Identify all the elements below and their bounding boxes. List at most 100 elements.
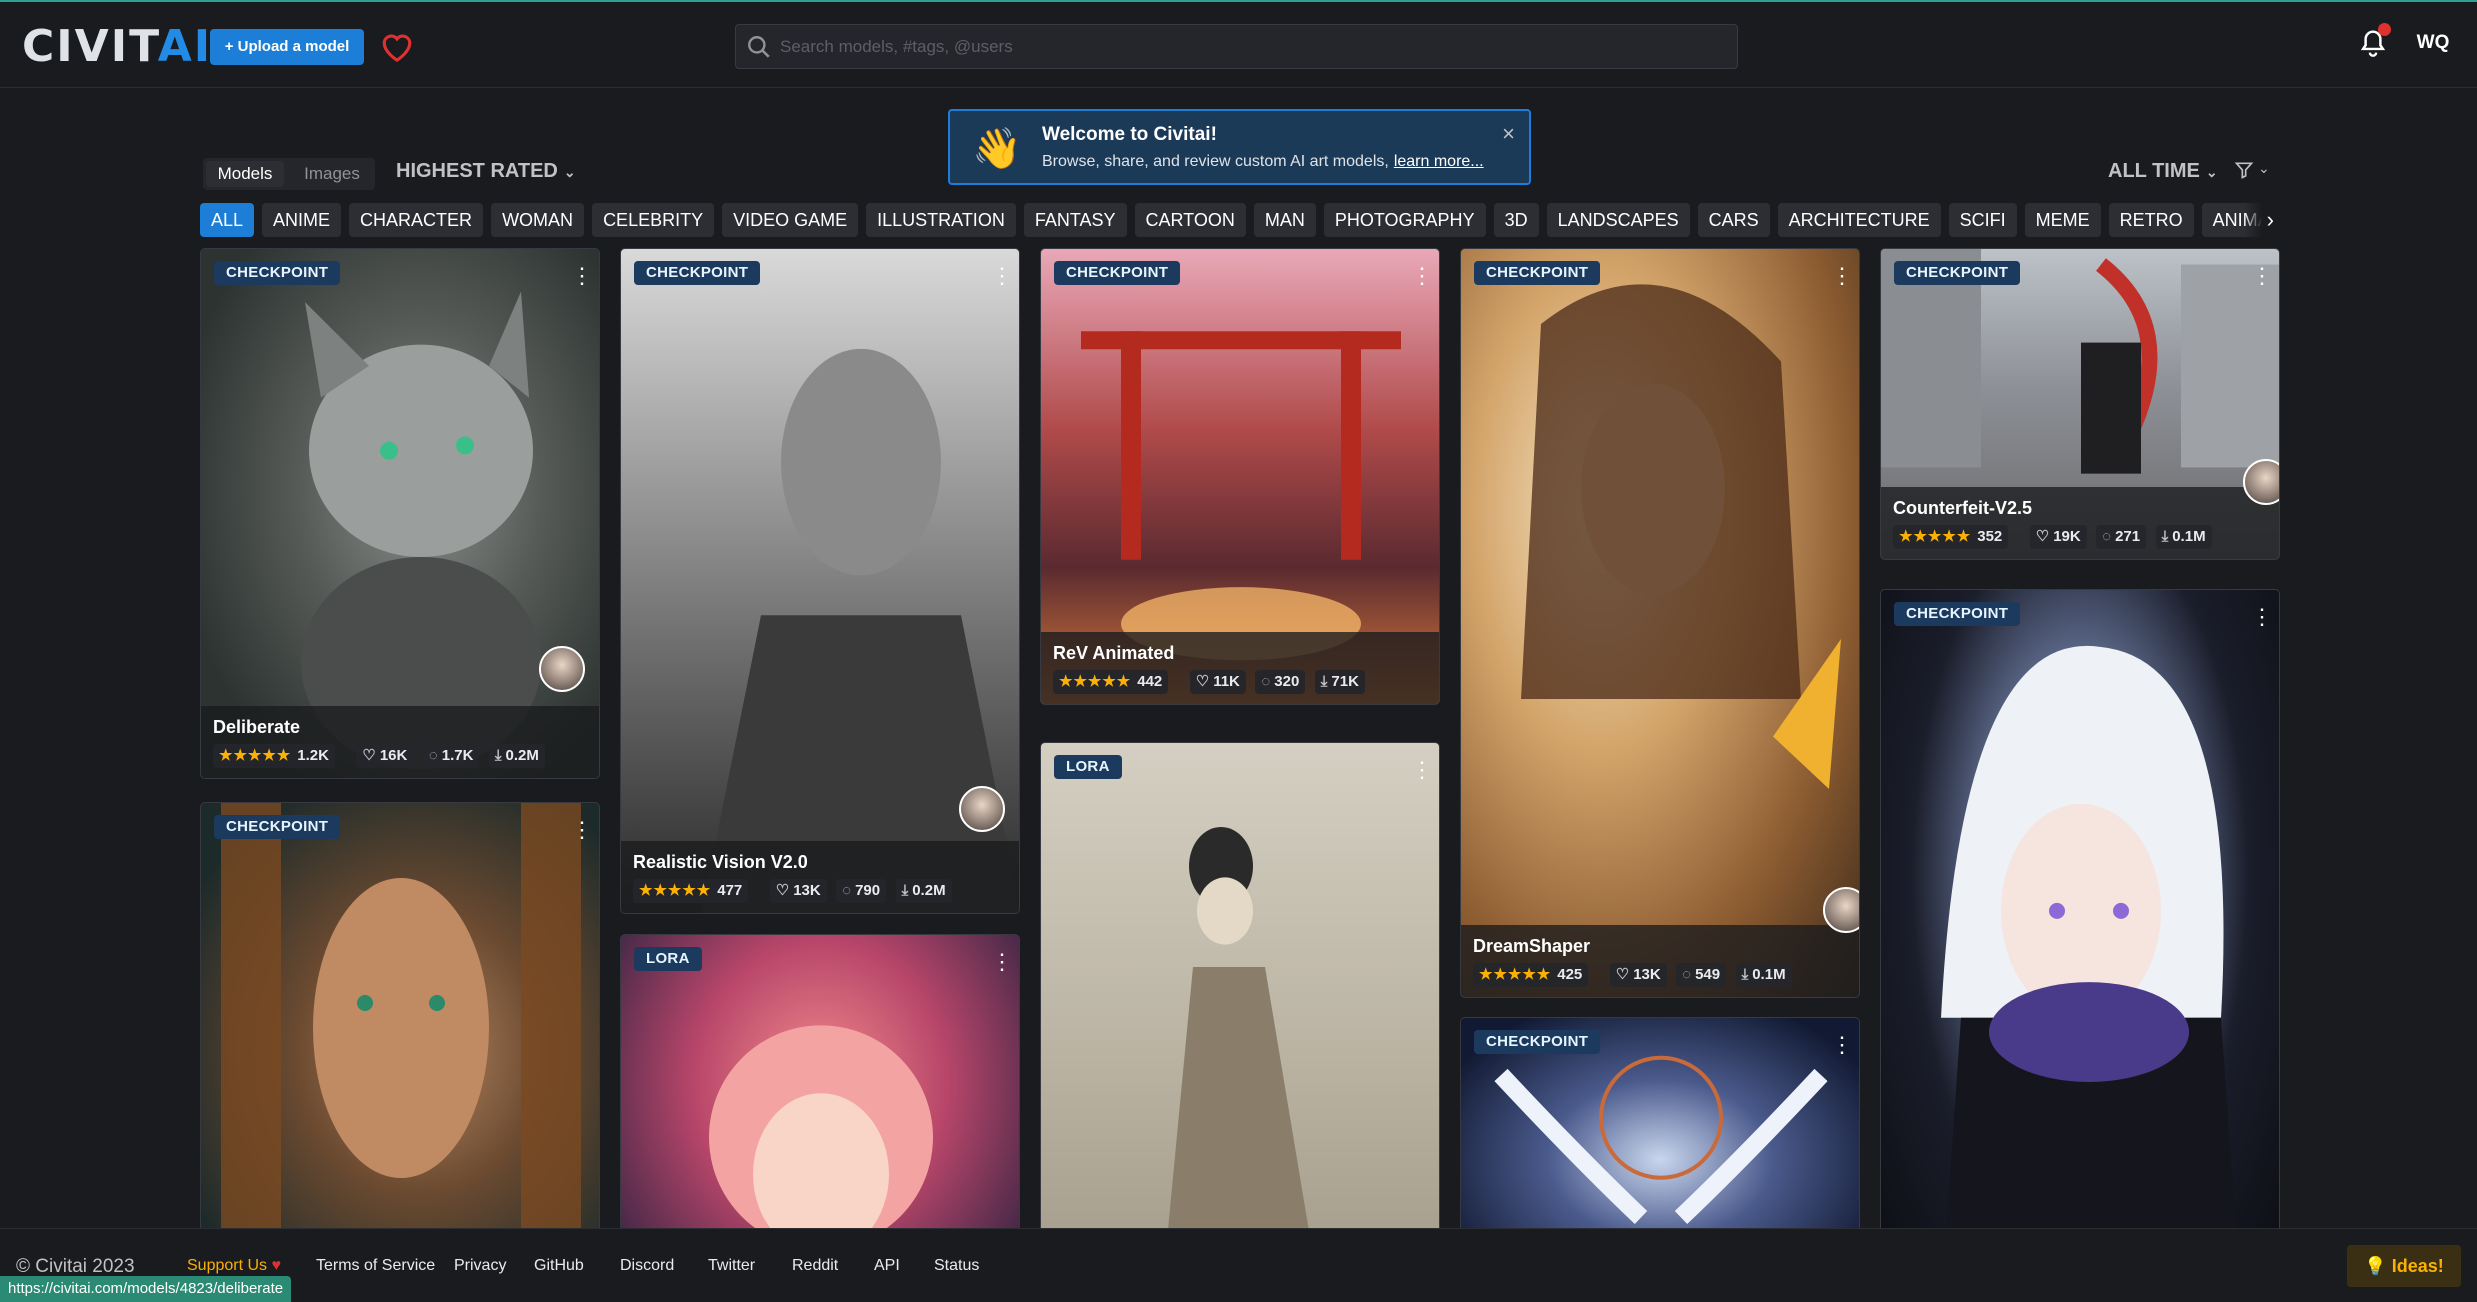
downloads-chip: ⤓ 0.2M: [895, 879, 952, 903]
model-preview-image[interactable]: [1881, 590, 2279, 1301]
notification-dot: [2378, 23, 2391, 36]
downloads-chip: ⤓ 0.1M: [2155, 525, 2212, 549]
close-icon[interactable]: ×: [1502, 123, 1515, 145]
ideas-button[interactable]: 💡 Ideas!: [2347, 1245, 2461, 1287]
footer-link-discord[interactable]: Discord: [620, 1257, 674, 1275]
user-avatar[interactable]: WQ: [2408, 32, 2458, 54]
model-card[interactable]: CHECKPOINT ⋮ Realistic Vision V2.0 ★★★★★ 4…: [620, 248, 1020, 914]
tag-photography[interactable]: PHOTOGRAPHY: [1323, 203, 1486, 237]
more-menu-icon[interactable]: ⋮: [2251, 604, 2273, 630]
likes-chip: ♡ 13K: [769, 879, 827, 903]
tab-images[interactable]: Images: [291, 161, 373, 187]
model-name[interactable]: DreamShaper: [1473, 936, 1590, 957]
tag-architecture[interactable]: ARCHITECTURE: [1777, 203, 1941, 237]
more-menu-icon[interactable]: ⋮: [991, 949, 1013, 975]
footer-link-reddit[interactable]: Reddit: [792, 1257, 838, 1275]
more-menu-icon[interactable]: ⋮: [1831, 1032, 1853, 1058]
model-stats: ★★★★★ 425 ♡ 13K ◌ 549 ⤓ 0.1M: [1473, 963, 1797, 989]
tag-man[interactable]: MAN: [1253, 203, 1316, 237]
creator-avatar[interactable]: [959, 786, 1005, 832]
rating-count: 442: [1137, 673, 1163, 690]
model-card[interactable]: LORA ⋮: [1040, 742, 1440, 1302]
more-menu-icon[interactable]: ⋮: [571, 817, 593, 843]
model-preview-image[interactable]: [1461, 249, 1859, 997]
model-type-badge: CHECKPOINT: [214, 815, 341, 839]
chevron-right-icon[interactable]: ›: [2244, 203, 2274, 237]
model-preview-image[interactable]: [201, 803, 599, 1301]
model-type-badge: CHECKPOINT: [634, 261, 761, 285]
tag-character[interactable]: CHARACTER: [349, 203, 484, 237]
tag-meme[interactable]: MEME: [2024, 203, 2101, 237]
tag-landscapes[interactable]: LANDSCAPES: [1546, 203, 1690, 237]
download-icon: ⤓: [2161, 528, 2169, 545]
tag-celebrity[interactable]: CELEBRITY: [592, 203, 715, 237]
rating-chip: ★★★★★ 442: [1053, 670, 1169, 694]
model-card[interactable]: CHECKPOINT ⋮ Counterfeit-V2.5 ★★★★★ 352 ♡ 1…: [1880, 248, 2280, 560]
upload-model-button[interactable]: + Upload a model: [210, 29, 364, 65]
support-us-link[interactable]: Support Us ♥: [187, 1257, 281, 1275]
period-label: ALL TIME: [2108, 160, 2200, 182]
rating-chip: ★★★★★ 477: [633, 879, 749, 903]
footer-link-twitter[interactable]: Twitter: [708, 1257, 755, 1275]
download-icon: ⤓: [901, 882, 909, 899]
welcome-title: Welcome to Civitai!: [1042, 124, 1217, 145]
tag-woman[interactable]: WOMAN: [491, 203, 585, 237]
tag-fantasy[interactable]: FANTASY: [1023, 203, 1127, 237]
search-icon: [748, 36, 770, 58]
likes-count: 19K: [2053, 528, 2081, 545]
learn-more-link[interactable]: learn more...: [1394, 153, 1484, 170]
footer-link-github[interactable]: GitHub: [534, 1257, 584, 1275]
search-bar[interactable]: [735, 24, 1738, 69]
tag-3d[interactable]: 3D: [1493, 203, 1539, 237]
tag-anime[interactable]: ANIME: [262, 203, 342, 237]
footer-link-terms[interactable]: Terms of Service: [316, 1257, 435, 1275]
comments-count: 320: [1274, 673, 1300, 690]
model-card[interactable]: CHECKPOINT ⋮: [200, 802, 600, 1302]
filter-button[interactable]: ⌄: [2234, 160, 2278, 184]
tag-retro[interactable]: RETRO: [2108, 203, 2194, 237]
model-card[interactable]: CHECKPOINT ⋮ DreamShaper ★★★★★ 425 ♡ 13K ◌ 5…: [1460, 248, 1860, 998]
civitai-logo[interactable]: CIVITAI: [22, 25, 212, 69]
tag-cartoon[interactable]: CARTOON: [1134, 203, 1246, 237]
heart-icon: ♡: [775, 882, 790, 899]
heart-icon[interactable]: [380, 30, 414, 63]
chevron-down-icon: ⌄: [2258, 160, 2270, 176]
tag-illustration[interactable]: ILLUSTRATION: [866, 203, 1016, 237]
tag-video-game[interactable]: VIDEO GAME: [722, 203, 859, 237]
model-card[interactable]: CHECKPOINT ⋮ ReV Animated ★★★★★ 442 ♡ 11K ◌…: [1040, 248, 1440, 705]
footer-link-status[interactable]: Status: [934, 1257, 979, 1275]
more-menu-icon[interactable]: ⋮: [1411, 757, 1433, 783]
footer-link-api[interactable]: API: [874, 1257, 900, 1275]
filter-icon: [2234, 162, 2254, 179]
model-card[interactable]: CHECKPOINT ⋮ Deliberate ★★★★★ 1.2K ♡ 16K ◌ 1…: [200, 248, 600, 779]
footer-link-privacy[interactable]: Privacy: [454, 1257, 506, 1275]
period-dropdown[interactable]: ALL TIME ⌄: [2108, 160, 2218, 183]
tag-scifi[interactable]: SCIFI: [1948, 203, 2017, 237]
tab-models[interactable]: Models: [206, 161, 284, 187]
tag-all[interactable]: ALL: [200, 203, 255, 237]
model-type-badge: CHECKPOINT: [1894, 602, 2021, 626]
model-card[interactable]: CHECKPOINT ⋮: [1880, 589, 2280, 1302]
model-name[interactable]: Counterfeit-V2.5: [1893, 498, 2032, 519]
model-name[interactable]: Realistic Vision V2.0: [633, 852, 808, 873]
model-preview-image[interactable]: [201, 249, 599, 778]
likes-chip: ♡ 16K: [356, 744, 414, 768]
more-menu-icon[interactable]: ⋮: [571, 263, 593, 289]
heart-icon: ♥: [271, 1257, 282, 1274]
search-input[interactable]: [780, 25, 1720, 68]
model-preview-image[interactable]: [1041, 743, 1439, 1301]
model-name[interactable]: ReV Animated: [1053, 643, 1174, 664]
model-stats: ★★★★★ 477 ♡ 13K ◌ 790 ⤓ 0.2M: [633, 879, 957, 905]
rating-chip: ★★★★★ 1.2K: [213, 744, 335, 768]
more-menu-icon[interactable]: ⋮: [2251, 263, 2273, 289]
likes-count: 11K: [1213, 673, 1240, 690]
sort-dropdown[interactable]: HIGHEST RATED ⌄: [396, 160, 576, 183]
model-name[interactable]: Deliberate: [213, 717, 300, 738]
notifications-bell-icon[interactable]: [2358, 23, 2392, 64]
tag-cars[interactable]: CARS: [1697, 203, 1770, 237]
more-menu-icon[interactable]: ⋮: [991, 263, 1013, 289]
more-menu-icon[interactable]: ⋮: [1411, 263, 1433, 289]
wave-icon: 👋: [972, 127, 1022, 171]
more-menu-icon[interactable]: ⋮: [1831, 263, 1853, 289]
creator-avatar[interactable]: [539, 646, 585, 692]
